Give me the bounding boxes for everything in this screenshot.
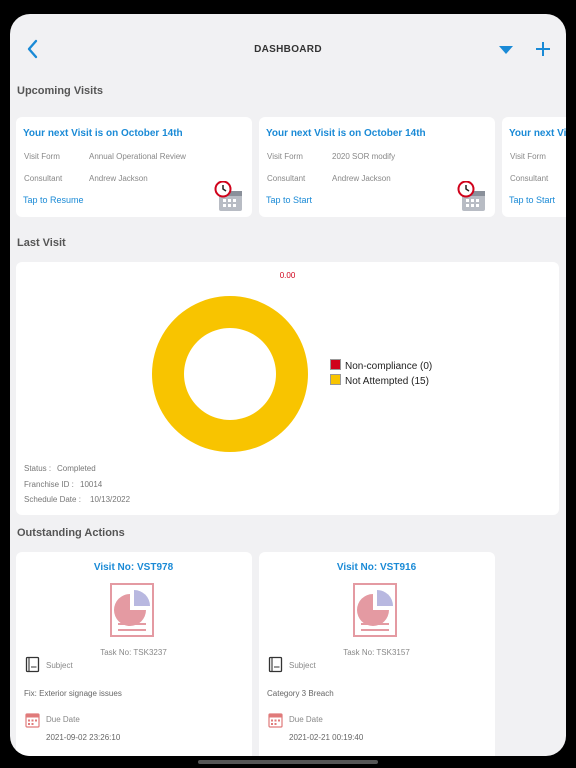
consultant-label: Consultant bbox=[267, 174, 306, 183]
dropdown-triangle-icon[interactable] bbox=[498, 45, 514, 55]
notebook-icon bbox=[268, 656, 283, 673]
consultant-label: Consultant bbox=[24, 174, 63, 183]
schedule-date-value: 10/13/2022 bbox=[90, 495, 131, 504]
visit-form-value: Annual Operational Review bbox=[89, 152, 186, 161]
status-value: Completed bbox=[57, 464, 96, 473]
legend-item: Not Attempted (15) bbox=[330, 374, 429, 387]
plus-icon[interactable] bbox=[534, 40, 552, 58]
tap-to-start-link[interactable]: Tap to Start bbox=[509, 195, 555, 205]
subject-value: Fix: Exterior signage issues bbox=[24, 689, 122, 698]
visit-headline: Your next Visit is on October 14th bbox=[509, 128, 566, 139]
legend-swatch bbox=[330, 374, 341, 385]
legend-item: Non-compliance (0) bbox=[330, 359, 432, 372]
legend-swatch bbox=[330, 359, 341, 370]
notebook-icon bbox=[25, 656, 40, 673]
visit-form-label: Visit Form bbox=[267, 152, 303, 161]
donut-chart bbox=[151, 296, 308, 452]
due-date-label: Due Date bbox=[289, 715, 323, 724]
visit-card[interactable]: Your next Visit is on October 14th Visit… bbox=[502, 117, 566, 217]
franchise-id-label: Franchise ID : bbox=[24, 480, 74, 489]
chart-score-label: 0.00 bbox=[279, 271, 296, 280]
task-number: Task No: TSK3157 bbox=[343, 648, 410, 657]
visit-card[interactable]: Your next Visit is on October 14th Visit… bbox=[259, 117, 495, 217]
visit-form-label: Visit Form bbox=[24, 152, 60, 161]
last-visit-heading: Last Visit bbox=[17, 237, 66, 249]
visit-form-value: 2020 SOR modify bbox=[332, 152, 396, 161]
status-label: Status : bbox=[24, 464, 52, 473]
action-card[interactable]: Visit No: VST978 Task No: TSK3237 Subjec… bbox=[16, 552, 252, 756]
visit-number: Visit No: VST978 bbox=[93, 562, 174, 573]
visit-card[interactable]: Your next Visit is on October 14th Visit… bbox=[16, 117, 252, 217]
calendar-icon bbox=[25, 713, 40, 728]
donut-slice-not-attempted-15 bbox=[151, 296, 308, 452]
tap-to-start-link[interactable]: Tap to Start bbox=[266, 195, 312, 205]
action-card[interactable]: Visit No: VST916 Task No: TSK3157 Subjec… bbox=[259, 552, 495, 756]
subject-label: Subject bbox=[46, 661, 73, 670]
subject-label: Subject bbox=[289, 661, 316, 670]
schedule-date-label: Schedule Date : bbox=[24, 495, 81, 504]
home-indicator[interactable] bbox=[198, 760, 378, 764]
visit-headline: Your next Visit is on October 14th bbox=[266, 128, 426, 139]
consultant-value: Andrew Jackson bbox=[89, 174, 148, 183]
clock-calendar-icon bbox=[457, 181, 485, 211]
clock-calendar-icon bbox=[214, 181, 242, 211]
franchise-id-value: 10014 bbox=[80, 480, 103, 489]
last-visit-card: 0.00 Non-compliance (0) Not Attempted (1… bbox=[16, 262, 559, 515]
due-date-value: 2021-02-21 00:19:40 bbox=[289, 733, 364, 742]
visit-number: Visit No: VST916 bbox=[336, 562, 417, 573]
report-document-icon bbox=[353, 583, 397, 637]
tap-to-resume-link[interactable]: Tap to Resume bbox=[23, 195, 84, 205]
visit-form-label: Visit Form bbox=[510, 152, 546, 161]
calendar-icon bbox=[268, 713, 283, 728]
due-date-value: 2021-09-02 23:26:10 bbox=[46, 733, 121, 742]
task-number: Task No: TSK3237 bbox=[100, 648, 167, 657]
outstanding-actions-heading: Outstanding Actions bbox=[17, 527, 125, 539]
consultant-label: Consultant bbox=[510, 174, 549, 183]
subject-value: Category 3 Breach bbox=[267, 689, 334, 698]
legend-label: Non-compliance (0) bbox=[345, 361, 433, 372]
top-navigation-bar: DASHBOARD bbox=[10, 14, 566, 76]
consultant-value: Andrew Jackson bbox=[332, 174, 391, 183]
legend-label: Not Attempted (15) bbox=[345, 376, 429, 387]
visit-headline: Your next Visit is on October 14th bbox=[23, 128, 183, 139]
page-title: DASHBOARD bbox=[254, 44, 322, 55]
report-document-icon bbox=[110, 583, 154, 637]
upcoming-visits-heading: Upcoming Visits bbox=[17, 85, 103, 97]
due-date-label: Due Date bbox=[46, 715, 80, 724]
app-screen: DASHBOARD Upcoming Visits Your next Visi… bbox=[10, 14, 566, 756]
